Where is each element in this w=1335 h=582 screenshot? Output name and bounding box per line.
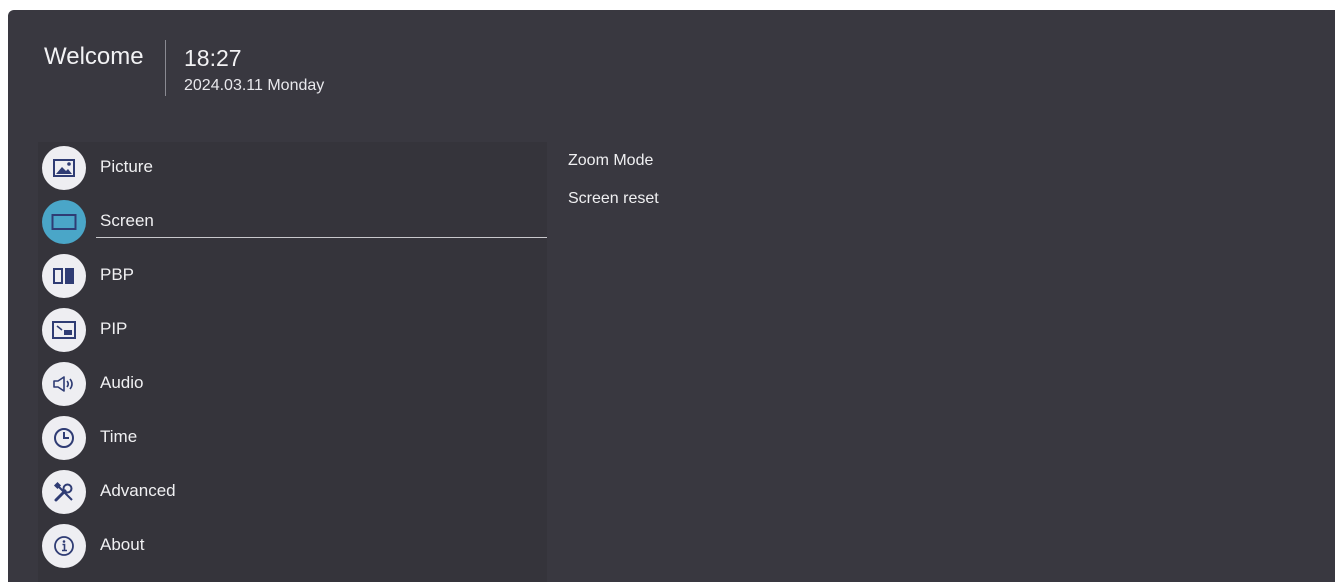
menu-item-pbp[interactable]: PBP: [38, 250, 547, 304]
menu-label-screen: Screen: [100, 211, 154, 230]
option-zoom-mode[interactable]: Zoom Mode: [568, 152, 653, 170]
info-icon: [42, 524, 86, 568]
clock-time: 18:27: [184, 45, 242, 71]
clock-icon: [42, 416, 86, 460]
menu-item-picture[interactable]: Picture: [38, 142, 547, 196]
settings-menu: Picture Screen PBP PIP Audio Time Advanc…: [38, 142, 547, 582]
pip-icon: [42, 308, 86, 352]
menu-label-advanced: Advanced: [100, 481, 176, 500]
menu-item-pip[interactable]: PIP: [38, 304, 547, 358]
menu-label-pip: PIP: [100, 319, 128, 338]
pbp-icon: [42, 254, 86, 298]
clock-date: 2024.03.11 Monday: [184, 77, 325, 94]
menu-item-time[interactable]: Time: [38, 412, 547, 466]
speaker-icon: [42, 362, 86, 406]
option-screen-reset[interactable]: Screen reset: [568, 190, 659, 208]
tools-icon: [42, 470, 86, 514]
settings-panel: Welcome 18:27 2024.03.11 Monday Picture …: [8, 10, 1335, 582]
menu-item-about[interactable]: About: [38, 520, 547, 574]
menu-item-screen[interactable]: Screen: [38, 196, 547, 250]
menu-item-advanced[interactable]: Advanced: [38, 466, 547, 520]
header-divider: [165, 40, 166, 96]
welcome-title: Welcome: [44, 43, 144, 70]
menu-label-picture: Picture: [100, 157, 153, 176]
screen-icon: [42, 200, 86, 244]
menu-label-pbp: PBP: [100, 265, 135, 284]
picture-icon: [42, 146, 86, 190]
menu-item-audio[interactable]: Audio: [38, 358, 547, 412]
menu-label-time: Time: [100, 427, 138, 446]
menu-label-audio: Audio: [100, 373, 144, 392]
menu-label-about: About: [100, 535, 145, 554]
selection-underline: [96, 237, 547, 238]
